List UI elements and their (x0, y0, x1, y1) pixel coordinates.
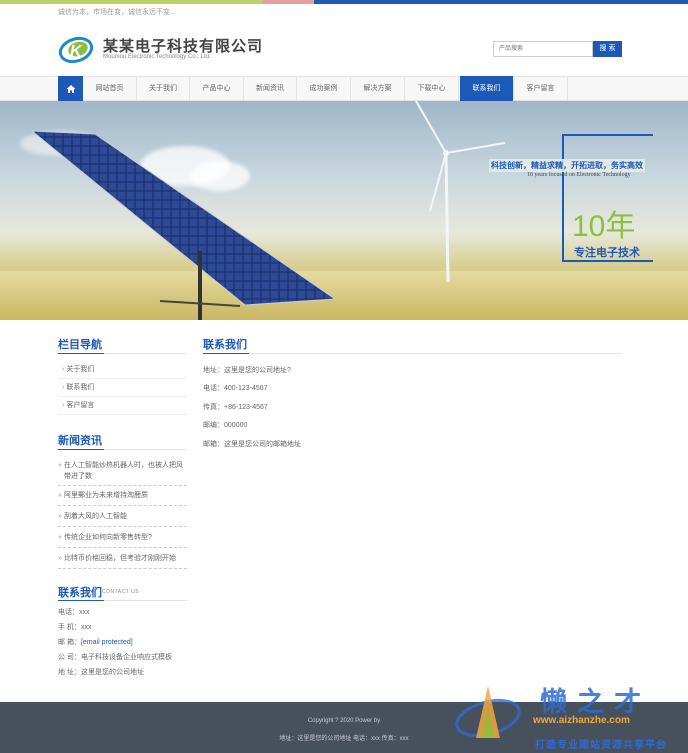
sidebar-item-message[interactable]: › 客户留言 (58, 397, 187, 415)
rule-accent (203, 353, 249, 354)
watermark-name: 懒之才 (540, 687, 651, 717)
company-name[interactable]: 某某电子科技有限公司 (103, 35, 263, 56)
home-icon (66, 85, 75, 93)
top-color-strip (0, 0, 688, 4)
sidebar-item-label: 联系我们 (66, 384, 95, 391)
banner-focus: 专注电子技术 (574, 247, 640, 259)
sidebar-nav-rule (58, 353, 187, 354)
sidebar-nav-title: 栏目导航 (58, 339, 102, 351)
nav-item-news[interactable]: 新闻资讯 (244, 77, 297, 101)
hero-banner[interactable]: 科技创新，精益求精，开拓进取，务实高效 10 years focused on … (0, 101, 688, 320)
search-input[interactable] (493, 41, 593, 57)
chevron-right-icon: › (62, 384, 65, 391)
chevron-right-icon: › (62, 366, 65, 373)
svg-text:K: K (70, 43, 83, 60)
main-address: 地址：这里是您的公司地址? (203, 367, 291, 374)
nav-item-about[interactable]: 关于我们 (137, 77, 190, 101)
chevron-right-icon: » (58, 492, 62, 499)
nav-item-downloads[interactable]: 下载中心 (405, 77, 459, 101)
news-item-label: 比特币价格回稳，但考验才刚刚开始 (64, 555, 176, 562)
news-item[interactable]: » 刮着大风的人工智能 (58, 511, 187, 527)
contact-phone: 电话：xxx (58, 609, 90, 616)
contact-company: 公 司：电子科技设备企业响应式模板 (58, 654, 172, 661)
sidebar-contact-subtitle: CONTACT US (102, 589, 140, 595)
news-item-label: 阿里郵业为未来增持淘鹿质 (64, 492, 148, 499)
main-nav: 网站首页 关于我们 产品中心 新闻资讯 成功案例 解决方案 下载中心 联系我们 … (0, 76, 688, 102)
company-logo-icon[interactable]: K (58, 35, 96, 65)
news-item[interactable]: » 传统企业如何向新零售转型? (58, 532, 187, 548)
nav-item-cases[interactable]: 成功案例 (297, 77, 351, 101)
page-title-rule (203, 353, 622, 354)
sidebar-item-contact[interactable]: › 联系我们 (58, 379, 187, 397)
main-postcode: 邮编：000000 (203, 422, 248, 429)
sidebar-news-rule (58, 449, 187, 450)
contact-email-link[interactable]: [email protected] (81, 639, 133, 646)
page-title: 联系我们 (203, 339, 247, 351)
news-item[interactable]: » 比特币价格回稳，但考验才刚刚开始 (58, 553, 187, 569)
news-item-label: 在人工智能炒热机器人时，也被人把风带进了数 (64, 462, 183, 480)
chevron-right-icon: » (58, 534, 62, 541)
contact-mobile: 手 机：xxx (58, 624, 92, 631)
rule-accent (58, 600, 104, 601)
sidebar-item-about[interactable]: › 关于我们 (58, 361, 187, 379)
chevron-right-icon: » (58, 462, 62, 469)
main-email: 邮箱：这里是您公司的邮箱地址 (203, 441, 301, 448)
nav-item-message[interactable]: 客户留言 (514, 77, 568, 101)
strip-green (0, 0, 262, 4)
main-fax: 传真：+86-123-4567 (203, 404, 268, 411)
top-slogan: 诚信为本，市场在变，诚信永远不变... (58, 9, 176, 16)
news-item-label: 刮着大风的人工智能 (64, 513, 127, 520)
sidebar-news-title: 新闻资讯 (58, 435, 102, 447)
banner-years: 10年 (572, 210, 636, 243)
watermark-url: www.aizhanzhe.com (533, 715, 630, 726)
strip-red (262, 0, 314, 4)
news-item[interactable]: » 阿里郵业为未来增持淘鹿质 (58, 490, 187, 506)
search-button[interactable]: 搜 索 (593, 41, 622, 57)
contact-address: 地 址：这里是您的公司地址 (58, 669, 144, 676)
sidebar-contact-title: 联系我们 (58, 587, 102, 599)
banner-tagline-en: 10 years focused on Electronic Technolog… (527, 172, 631, 178)
company-name-en: Moumou Electronic Technology Co., Ltd. (103, 54, 211, 60)
news-item[interactable]: » 在人工智能炒热机器人时，也被人把风带进了数 (58, 460, 187, 486)
nav-item-home[interactable]: 网站首页 (83, 77, 137, 101)
banner-headline: 科技创新，精益求精，开拓进取，务实高效 (489, 159, 645, 172)
sidebar-item-label: 关于我们 (66, 366, 95, 373)
news-item-label: 传统企业如何向新零售转型? (64, 534, 152, 541)
chevron-right-icon: » (58, 513, 62, 520)
contact-email-row: 邮 箱：[email protected] (58, 637, 133, 647)
chevron-right-icon: » (58, 555, 62, 562)
watermark-slogan: 打造专业建站资源共享平台 (535, 740, 667, 751)
sidebar-item-label: 客户留言 (66, 402, 95, 409)
nav-item-products[interactable]: 产品中心 (190, 77, 244, 101)
contact-email-label: 邮 箱： (58, 639, 81, 646)
chevron-right-icon: › (62, 402, 65, 409)
strip-blue (314, 0, 688, 4)
rule-accent (58, 353, 104, 354)
nav-item-solutions[interactable]: 解决方案 (351, 77, 405, 101)
nav-home-button[interactable] (58, 76, 83, 102)
sidebar-contact-rule (58, 600, 187, 601)
rule-accent (58, 449, 104, 450)
nav-item-contact[interactable]: 联系我们 (460, 76, 514, 102)
main-phone: 电话：400-123-4567 (203, 385, 268, 392)
